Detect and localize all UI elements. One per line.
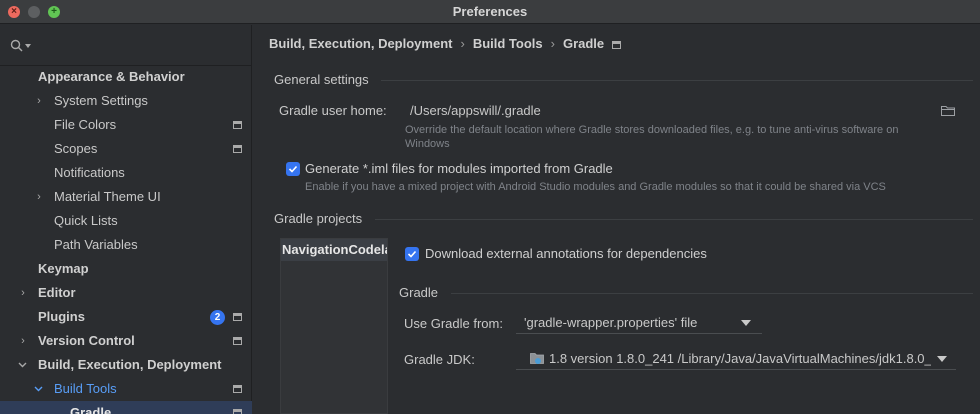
section-divider xyxy=(375,219,973,220)
chevron-right-icon[interactable]: › xyxy=(18,281,28,305)
gradle-jdk-value: 1.8 version 1.8.0_241 /Library/Java/Java… xyxy=(549,351,931,366)
breadcrumb-item[interactable]: Build, Execution, Deployment xyxy=(269,35,452,53)
use-gradle-from-label: Use Gradle from: xyxy=(404,316,503,331)
download-annotations-checkbox[interactable] xyxy=(405,247,419,261)
project-scope-icon xyxy=(233,145,242,153)
chevron-right-icon[interactable]: › xyxy=(18,329,28,353)
checkmark-icon xyxy=(288,165,298,173)
sidebar-item-build-tools[interactable]: Build Tools xyxy=(0,377,252,401)
chevron-right-icon[interactable]: › xyxy=(34,89,44,113)
breadcrumb-separator: › xyxy=(460,36,465,51)
breadcrumb-item: Gradle xyxy=(562,36,605,51)
gradle-projects-list[interactable]: NavigationCodelab xyxy=(280,238,388,414)
sidebar-item-label: Appearance & Behavior xyxy=(38,69,185,84)
checkmark-icon xyxy=(407,250,417,258)
sidebar-item-plugins[interactable]: Plugins 2 xyxy=(0,305,252,329)
breadcrumb: Build, Execution, Deployment › Build Tools… xyxy=(269,35,622,53)
gradle-jdk-label: Gradle JDK: xyxy=(404,352,475,367)
gradle-user-home-hint-line2: Windows xyxy=(405,138,450,150)
sidebar-item-label: Version Control xyxy=(38,333,135,348)
section-divider xyxy=(381,80,973,81)
project-scope-icon xyxy=(233,337,242,345)
settings-sidebar: Appearance & Behavior › System Settings … xyxy=(0,25,252,414)
sidebar-item-label: Notifications xyxy=(54,165,125,180)
dropdown-arrow-icon xyxy=(937,356,947,362)
jdk-folder-icon xyxy=(530,353,544,364)
chevron-down-icon[interactable] xyxy=(18,362,27,368)
generate-iml-label[interactable]: Generate *.iml files for modules importe… xyxy=(305,161,613,176)
sidebar-item-label: Gradle xyxy=(70,405,112,414)
chevron-right-icon[interactable]: › xyxy=(34,185,44,209)
sidebar-item-label: Quick Lists xyxy=(54,213,118,228)
generate-iml-checkbox[interactable] xyxy=(286,162,300,176)
window-title: Preferences xyxy=(452,4,528,19)
project-scope-icon xyxy=(612,41,622,49)
project-scope-icon xyxy=(233,313,242,321)
gradle-user-home-label: Gradle user home: xyxy=(279,103,387,118)
sidebar-item-label: Build, Execution, Deployment xyxy=(38,357,222,372)
chevron-down-icon[interactable] xyxy=(34,386,43,392)
sidebar-item-version-control[interactable]: › Version Control xyxy=(0,329,252,353)
sidebar-item-label: System Settings xyxy=(54,93,148,108)
search-icon xyxy=(10,39,23,52)
title-bar: × + Preferences xyxy=(0,0,980,24)
sidebar-item-label: Path Variables xyxy=(54,237,138,252)
project-scope-icon xyxy=(233,121,242,129)
sidebar-item-material-theme-ui[interactable]: › Material Theme UI xyxy=(0,185,252,209)
search-options-dropdown-icon[interactable] xyxy=(25,44,31,48)
project-scope-icon xyxy=(233,385,242,393)
sidebar-item-gradle[interactable]: Gradle xyxy=(0,401,252,414)
updates-count-badge: 2 xyxy=(210,310,225,325)
use-gradle-from-dropdown[interactable]: 'gradle-wrapper.properties' file xyxy=(516,312,762,334)
sidebar-item-quick-lists[interactable]: Quick Lists xyxy=(0,209,252,233)
sidebar-item-label: Material Theme UI xyxy=(54,189,161,204)
sidebar-item-label: Scopes xyxy=(54,141,98,156)
sidebar-item-build-execution-deployment[interactable]: Build, Execution, Deployment xyxy=(0,353,252,377)
settings-search-field[interactable] xyxy=(0,25,252,65)
breadcrumb-item[interactable]: Build Tools xyxy=(473,35,543,53)
sidebar-item-keymap[interactable]: Keymap xyxy=(0,257,252,281)
gradle-user-home-field[interactable]: /Users/appswill/.gradle xyxy=(403,99,957,121)
sidebar-item-system-settings[interactable]: › System Settings xyxy=(0,89,252,113)
gradle-section-title: Gradle xyxy=(399,285,439,300)
breadcrumb-separator: › xyxy=(550,36,555,51)
sidebar-item-editor[interactable]: › Editor xyxy=(0,281,252,305)
gradle-user-home-hint-line1: Override the default location where Grad… xyxy=(405,124,899,136)
download-annotations-label[interactable]: Download external annotations for depend… xyxy=(425,246,707,261)
project-scope-icon xyxy=(233,409,242,414)
folder-icon[interactable] xyxy=(941,105,955,116)
sidebar-item-label: File Colors xyxy=(54,117,117,132)
sidebar-item-appearance-behavior[interactable]: Appearance & Behavior xyxy=(0,65,252,89)
use-gradle-from-value: 'gradle-wrapper.properties' file xyxy=(524,315,698,330)
sidebar-item-path-variables[interactable]: Path Variables xyxy=(0,233,252,257)
gradle-projects-title: Gradle projects xyxy=(274,211,363,226)
dropdown-arrow-icon xyxy=(741,320,751,326)
gradle-jdk-dropdown[interactable]: 1.8 version 1.8.0_241 /Library/Java/Java… xyxy=(516,348,956,370)
sidebar-item-label: Plugins xyxy=(38,309,85,324)
sidebar-item-file-colors[interactable]: File Colors xyxy=(0,113,252,137)
gradle-user-home-value: /Users/appswill/.gradle xyxy=(410,103,541,118)
gradle-project-item[interactable]: NavigationCodelab xyxy=(281,239,387,261)
settings-content-panel: Build, Execution, Deployment › Build Tools… xyxy=(253,25,980,414)
sidebar-item-notifications[interactable]: Notifications xyxy=(0,161,252,185)
section-divider xyxy=(451,293,973,294)
sidebar-item-label: Build Tools xyxy=(54,381,117,396)
sidebar-item-label: Editor xyxy=(38,285,76,300)
general-settings-title: General settings xyxy=(274,72,369,87)
sidebar-item-scopes[interactable]: Scopes xyxy=(0,137,252,161)
sidebar-item-label: Keymap xyxy=(38,261,89,276)
generate-iml-hint: Enable if you have a mixed project with … xyxy=(305,181,886,193)
